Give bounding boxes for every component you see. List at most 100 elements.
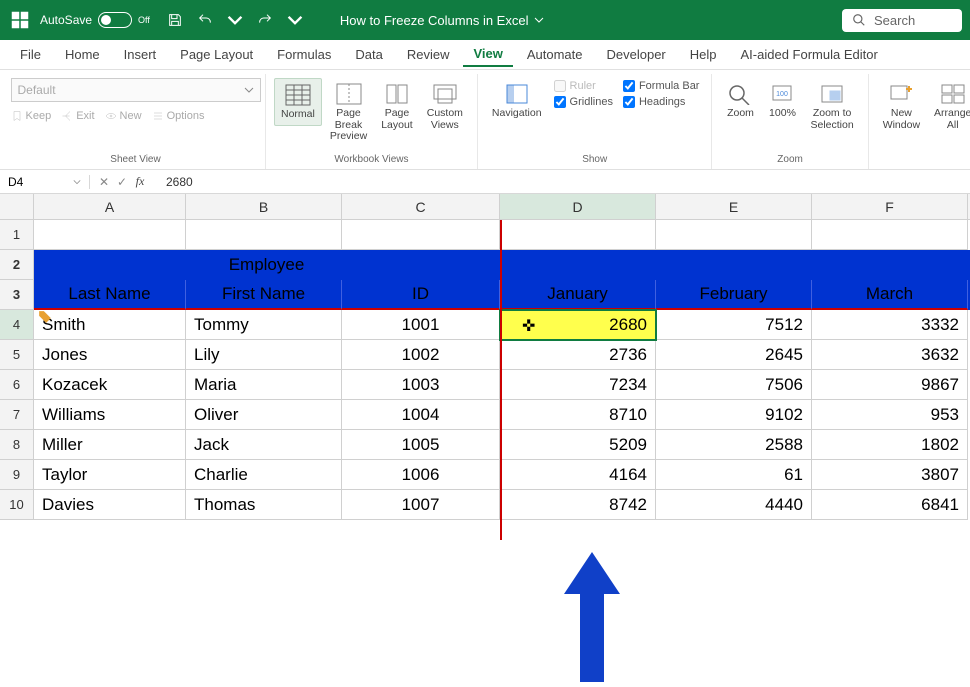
accept-formula-icon[interactable]: ✓ xyxy=(114,175,130,189)
page-layout-button[interactable]: Page Layout xyxy=(375,78,419,135)
title-employee[interactable]: Employee xyxy=(34,250,500,280)
row-header-5[interactable]: 5 xyxy=(0,340,34,370)
column-header-e[interactable]: E xyxy=(656,194,812,219)
cell-feb[interactable]: 2588 xyxy=(656,430,812,460)
cell-d4-selected[interactable]: ✜2680 xyxy=(500,310,656,340)
cell-jan[interactable]: 5209 xyxy=(500,430,656,460)
redo-dropdown-icon[interactable] xyxy=(282,7,308,33)
row-header-10[interactable]: 10 xyxy=(0,490,34,520)
arrange-all-button[interactable]: Arrange All xyxy=(928,78,970,135)
cell-feb[interactable]: 2645 xyxy=(656,340,812,370)
redo-icon[interactable] xyxy=(252,7,278,33)
cell-id[interactable]: 1005 xyxy=(342,430,500,460)
cell[interactable] xyxy=(500,220,656,250)
document-title[interactable]: How to Freeze Columns in Excel xyxy=(340,13,545,28)
normal-view-button[interactable]: Normal xyxy=(274,78,322,126)
cell-first[interactable]: Maria xyxy=(186,370,342,400)
insert-function-icon[interactable]: fx xyxy=(132,174,148,189)
page-break-preview-button[interactable]: Page Break Preview xyxy=(324,78,373,147)
column-header-d[interactable]: D xyxy=(500,194,656,219)
cell-id[interactable]: 1007 xyxy=(342,490,500,520)
tab-insert[interactable]: Insert xyxy=(114,43,167,66)
zoom-selection-button[interactable]: Zoom to Selection xyxy=(804,78,859,135)
cell-mar[interactable]: 3807 xyxy=(812,460,968,490)
column-header-f[interactable]: F xyxy=(812,194,968,219)
cell[interactable] xyxy=(656,250,812,280)
header-id[interactable]: ID xyxy=(342,280,500,310)
tab-file[interactable]: File xyxy=(10,43,51,66)
cancel-formula-icon[interactable]: ✕ xyxy=(96,175,112,189)
zoom-100-button[interactable]: 100 100% xyxy=(762,78,802,124)
row-header-9[interactable]: 9 xyxy=(0,460,34,490)
header-march[interactable]: March xyxy=(812,280,968,310)
cell-feb[interactable]: 4440 xyxy=(656,490,812,520)
column-header-c[interactable]: C xyxy=(342,194,500,219)
cell-id[interactable]: 1001 xyxy=(342,310,500,340)
cell-mar[interactable]: 6841 xyxy=(812,490,968,520)
tab-review[interactable]: Review xyxy=(397,43,460,66)
select-all-corner[interactable] xyxy=(0,194,34,219)
column-header-b[interactable]: B xyxy=(186,194,342,219)
cell-first[interactable]: Oliver xyxy=(186,400,342,430)
ruler-checkbox[interactable]: Ruler xyxy=(554,80,613,92)
cell-jan[interactable]: 4164 xyxy=(500,460,656,490)
row-header-2[interactable]: 2 xyxy=(0,250,34,280)
header-last-name[interactable]: Last Name xyxy=(34,280,186,310)
zoom-button[interactable]: Zoom xyxy=(720,78,760,124)
cell-mar[interactable]: 3332 xyxy=(812,310,968,340)
cell-last[interactable]: Taylor xyxy=(34,460,186,490)
cell-first[interactable]: Thomas xyxy=(186,490,342,520)
row-header-6[interactable]: 6 xyxy=(0,370,34,400)
cell-id[interactable]: 1002 xyxy=(342,340,500,370)
save-icon[interactable] xyxy=(162,7,188,33)
cell[interactable] xyxy=(656,220,812,250)
cell-mar[interactable]: 953 xyxy=(812,400,968,430)
cell[interactable] xyxy=(500,250,656,280)
cell-feb[interactable]: 7506 xyxy=(656,370,812,400)
column-header-a[interactable]: A xyxy=(34,194,186,219)
tab-developer[interactable]: Developer xyxy=(597,43,676,66)
new-window-button[interactable]: New Window xyxy=(877,78,926,135)
tab-ai-formula[interactable]: AI-aided Formula Editor xyxy=(731,43,888,66)
tab-view[interactable]: View xyxy=(463,42,512,67)
sheet-view-keep[interactable]: Keep xyxy=(11,110,52,122)
header-first-name[interactable]: First Name xyxy=(186,280,342,310)
cell-feb[interactable]: 9102 xyxy=(656,400,812,430)
tab-help[interactable]: Help xyxy=(680,43,727,66)
cell[interactable] xyxy=(812,250,968,280)
tab-automate[interactable]: Automate xyxy=(517,43,593,66)
row-header-3[interactable]: 3 xyxy=(0,280,34,310)
cell-id[interactable]: 1003 xyxy=(342,370,500,400)
headings-checkbox[interactable]: Headings xyxy=(623,96,700,108)
cell-feb[interactable]: 61 xyxy=(656,460,812,490)
cell-last[interactable]: Davies xyxy=(34,490,186,520)
row-header-8[interactable]: 8 xyxy=(0,430,34,460)
header-january[interactable]: January xyxy=(500,280,656,310)
cell-id[interactable]: 1006 xyxy=(342,460,500,490)
cell-jan[interactable]: 8710 xyxy=(500,400,656,430)
cell-jan[interactable]: 7234 xyxy=(500,370,656,400)
cell[interactable] xyxy=(34,220,186,250)
navigation-button[interactable]: Navigation xyxy=(486,78,548,124)
cell[interactable] xyxy=(812,220,968,250)
cell-first[interactable]: Lily xyxy=(186,340,342,370)
cell-last[interactable]: Williams xyxy=(34,400,186,430)
formula-bar-checkbox[interactable]: Formula Bar xyxy=(623,80,700,92)
cell-jan[interactable]: 2736 xyxy=(500,340,656,370)
sheet-view-exit[interactable]: Exit xyxy=(61,110,94,122)
undo-dropdown-icon[interactable] xyxy=(222,7,248,33)
cell-mar[interactable]: 3632 xyxy=(812,340,968,370)
tab-home[interactable]: Home xyxy=(55,43,110,66)
app-icon[interactable] xyxy=(8,8,32,32)
cell-first[interactable]: Jack xyxy=(186,430,342,460)
tab-formulas[interactable]: Formulas xyxy=(267,43,341,66)
sheet-view-new[interactable]: New xyxy=(105,110,142,122)
search-input[interactable]: Search xyxy=(842,9,962,32)
cell-first[interactable]: Tommy xyxy=(186,310,342,340)
cell[interactable] xyxy=(342,220,500,250)
cell-feb[interactable]: 7512 xyxy=(656,310,812,340)
cell-id[interactable]: 1004 xyxy=(342,400,500,430)
custom-views-button[interactable]: Custom Views xyxy=(421,78,469,135)
sheet-view-dropdown[interactable]: Default xyxy=(11,78,261,102)
tab-page-layout[interactable]: Page Layout xyxy=(170,43,263,66)
